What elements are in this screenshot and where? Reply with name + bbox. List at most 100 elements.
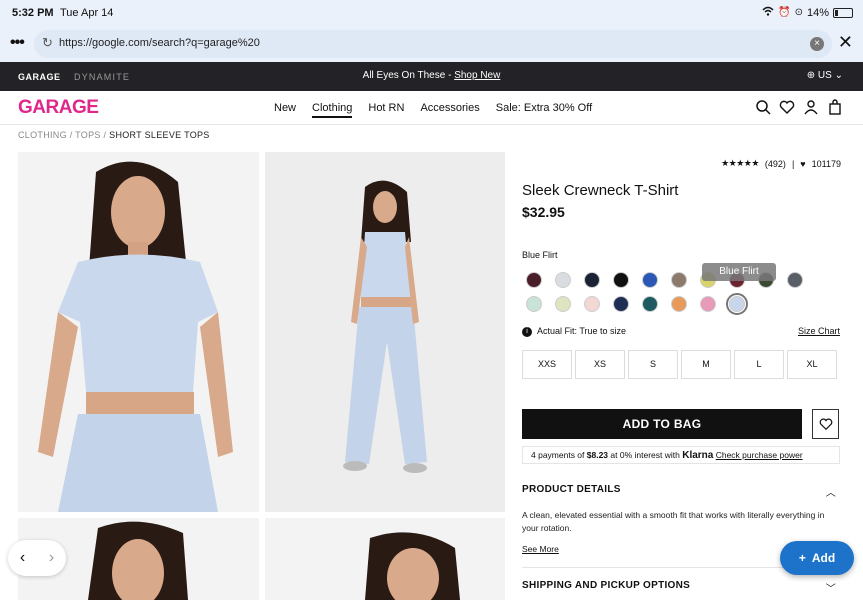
color-swatch[interactable] [555,296,571,312]
size-option-xl[interactable]: XL [787,350,837,379]
breadcrumb: CLOTHING / TOPS / SHORT SLEEVE TOPS [18,130,210,140]
check-purchase-power-link[interactable]: Check purchase power [716,450,803,460]
nav-link-accessories[interactable]: Accessories [420,102,479,118]
color-swatch[interactable] [613,296,629,312]
promo-message: All Eyes On These - Shop New [0,70,863,81]
chevron-down-icon: ⌄ [834,70,843,81]
size-selector: XXS XS S M L XL [522,350,837,379]
url-text[interactable]: https://google.com/search?q=garage%20 [59,37,260,49]
color-swatch[interactable] [526,272,542,288]
nav-link-sale[interactable]: Sale: Extra 30% Off [496,102,592,118]
heart-icon [819,418,832,431]
nav-icons [755,99,843,115]
nav-link-hot-rn[interactable]: Hot RN [368,102,404,118]
shopping-bag-icon[interactable] [827,99,843,115]
wishlist-count: 101179 [811,158,841,169]
color-swatch[interactable] [613,272,629,288]
alarm-icon: ⏰ [778,7,791,18]
color-swatch[interactable] [555,272,571,288]
size-option-s[interactable]: S [628,350,678,379]
wifi-icon [762,6,774,19]
size-option-m[interactable]: M [681,350,731,379]
wishlist-heart-icon: ♥ [800,158,806,169]
globe-icon: ⊕ [806,70,816,81]
product-image-front[interactable] [18,152,259,512]
promo-text: All Eyes On These - [362,70,455,81]
color-swatch[interactable] [584,296,600,312]
more-options-icon[interactable]: ••• [10,34,25,52]
status-time: 5:32 PM [12,7,54,19]
chevron-right-icon[interactable]: › [49,549,54,567]
color-swatch[interactable] [787,272,803,288]
chevron-left-icon[interactable]: ‹ [20,549,25,567]
garage-logo[interactable]: GARAGE [18,97,99,119]
info-icon: i [522,326,532,337]
color-swatch[interactable] [671,296,687,312]
size-option-l[interactable]: L [734,350,784,379]
nav-links: New Clothing Hot RN Accessories Sale: Ex… [274,102,592,118]
size-option-xs[interactable]: XS [575,350,625,379]
color-swatch[interactable] [584,272,600,288]
breadcrumb-tops[interactable]: TOPS [75,130,101,140]
fit-label: Actual Fit: True to size [537,326,627,336]
product-image-full-body[interactable] [265,152,505,512]
product-details-header[interactable]: PRODUCT DETAILS ︿ [522,484,840,499]
shop-new-link[interactable]: Shop New [454,70,500,81]
browser-bar: ••• ↻ https://google.com/search?q=garage… [0,26,863,62]
lock-rotation-icon: ⊙ [794,7,803,18]
battery-icon [833,7,853,18]
nav-link-new[interactable]: New [274,102,296,118]
product-image-closeup-right[interactable] [265,518,505,600]
nav-link-clothing[interactable]: Clothing [312,102,353,118]
selected-color-label: Blue Flirt [522,250,558,260]
breadcrumb-clothing[interactable]: CLOTHING [18,130,67,140]
status-day: Tue Apr 14 [60,7,114,19]
shipping-options-title: SHIPPING AND PICKUP OPTIONS [522,580,691,591]
color-swatch[interactable] [526,296,542,312]
size-option-xxs[interactable]: XXS [522,350,572,379]
product-title: Sleek Crewneck T-Shirt [522,182,679,199]
klarna-middle: at 0% interest with [608,450,683,460]
status-indicators: ⏰ ⊙ 14% [762,6,853,19]
color-swatch[interactable] [700,296,716,312]
review-count[interactable]: (492) [765,159,786,169]
add-to-bag-button[interactable]: ADD TO BAG [522,409,802,439]
add-fab-label: Add [811,551,836,565]
product-price: $32.95 [522,204,565,220]
plus-icon: + [798,551,806,565]
add-fab-button[interactable]: + Add [780,541,854,575]
size-chart-link[interactable]: Size Chart [798,326,840,336]
color-swatch[interactable] [642,272,658,288]
image-carousel-controls: ‹ › [8,540,66,576]
add-to-wishlist-button[interactable] [812,409,839,439]
reload-icon[interactable]: ↻ [42,35,53,51]
color-swatch[interactable] [671,272,687,288]
heart-icon[interactable] [779,99,795,115]
breadcrumb-current: SHORT SLEEVE TOPS [109,130,210,140]
color-tooltip: Blue Flirt [702,263,776,281]
address-bar[interactable]: ↻ https://google.com/search?q=garage%20 … [34,30,832,58]
promo-bar: GARAGE DYNAMITE All Eyes On These - Shop… [0,62,863,91]
product-details-title: PRODUCT DETAILS [522,484,621,495]
battery-percent: 14% [806,6,829,19]
color-swatch[interactable] [726,293,748,315]
klarna-banner: 4 payments of $8.23 at 0% interest with … [522,446,840,464]
rating-divider: | [791,158,795,169]
locale-label: US [817,70,832,81]
klarna-prefix: 4 payments of [531,450,587,460]
color-swatch[interactable] [642,296,658,312]
close-icon[interactable]: ✕ [838,32,853,53]
star-rating-icon[interactable]: ★★★★★ [721,158,759,169]
locale-selector[interactable]: ⊕ US ⌄ [807,70,843,81]
klarna-amount: $8.23 [586,450,609,460]
account-icon[interactable] [803,99,819,115]
shipping-options-header[interactable]: SHIPPING AND PICKUP OPTIONS ﹀ [522,580,840,595]
main-nav: GARAGE New Clothing Hot RN Accessories S… [0,91,863,125]
fit-row: i Actual Fit: True to size Size Chart [522,326,840,337]
klarna-logo: Klarna [682,450,714,461]
see-more-link[interactable]: See More [522,544,559,554]
clear-url-icon[interactable]: × [810,37,824,51]
product-description: A clean, elevated essential with a smoot… [522,510,825,533]
search-icon[interactable] [755,99,771,115]
rating-row: ★★★★★ (492) | ♥ 101179 [721,158,841,169]
